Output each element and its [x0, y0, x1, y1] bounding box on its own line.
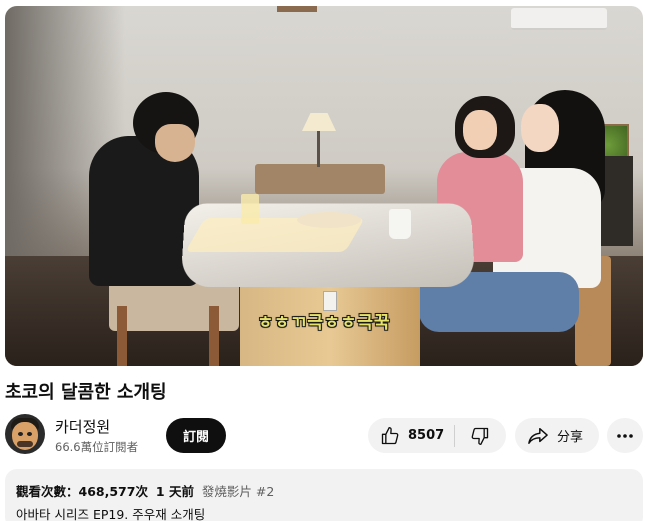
thumbs-down-icon	[470, 426, 490, 446]
scene-air-conditioner	[511, 8, 607, 30]
scene-person-man-face	[155, 124, 195, 162]
views-label: 觀看次數：	[16, 484, 79, 499]
scene-back-table	[255, 164, 385, 194]
thumbs-up-icon	[380, 426, 400, 446]
channel-avatar[interactable]	[5, 414, 45, 454]
scene-lamp-stem	[317, 131, 320, 167]
more-actions-button[interactable]	[607, 418, 643, 453]
scene-cup	[389, 209, 411, 239]
like-count: 8507	[408, 428, 445, 443]
scene-person-woman-right-face	[521, 104, 559, 152]
video-caption: ㅎㅎㄲ극ㅎㅎ극꾹	[257, 313, 391, 333]
like-dislike-group: 8507	[368, 418, 506, 453]
share-button[interactable]: 分享	[515, 418, 599, 453]
subscriber-count: 66.6萬位訂閱者	[55, 440, 139, 454]
subscribe-button[interactable]: 訂閱	[166, 418, 226, 453]
trending-label[interactable]: 發燒影片	[202, 484, 252, 499]
description-box[interactable]: 觀看次數：468,577次 1 天前 發燒影片 #2 아바타 시리즈 EP19.…	[5, 469, 643, 521]
video-player[interactable]: ㅎㅎㄲ극ㅎㅎ극꾹	[5, 6, 643, 366]
share-label: 分享	[557, 430, 584, 445]
more-horizontal-icon	[616, 433, 634, 439]
scene-glass	[241, 194, 259, 224]
scene-ceiling	[277, 6, 317, 12]
share-arrow-icon	[527, 426, 549, 446]
scene-dessert-plate	[297, 212, 361, 228]
description-stats: 觀看次數：468,577次 1 天前 發燒影片 #2	[16, 481, 632, 500]
avatar-eye	[18, 432, 23, 436]
trending-rank[interactable]: #2	[256, 484, 274, 499]
avatar-eye	[27, 432, 32, 436]
channel-name[interactable]: 카더정원	[55, 416, 110, 437]
scene-lamp	[302, 113, 336, 131]
scene-person-woman-left-face	[463, 110, 497, 150]
like-button[interactable]: 8507	[368, 418, 454, 453]
video-title: 초코의 달콤한 소개팅	[5, 382, 167, 403]
dislike-button[interactable]	[455, 418, 505, 453]
upload-date: 1 天前	[155, 484, 194, 499]
description-text: 아바타 시리즈 EP19. 주우재 소개팅	[16, 507, 206, 521]
avatar-beard	[17, 441, 33, 447]
views-value: 468,577次	[78, 484, 148, 499]
